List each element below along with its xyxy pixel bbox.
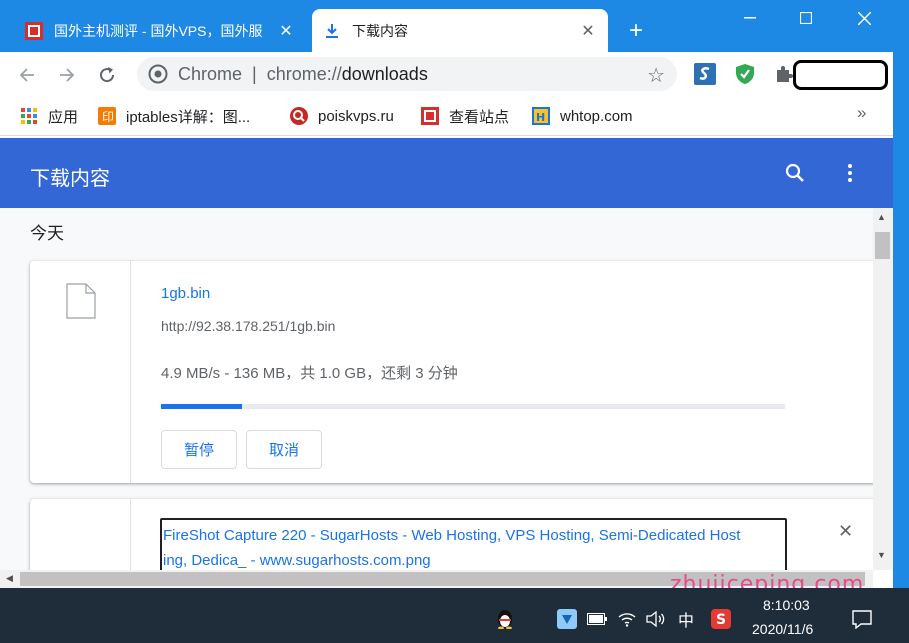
bookmark-whtop[interactable]: H whtop.com: [532, 106, 633, 126]
file-name-link[interactable]: 1gb.bin: [161, 285, 210, 302]
download-item: FireShot Capture 220 - SugarHosts - Web …: [30, 499, 873, 570]
new-tab-button[interactable]: +: [622, 17, 650, 45]
tab-strip: 国外主机测评 - 国外VPS，国外服 ✕ 下载内容 ✕ +: [0, 0, 909, 52]
search-icon[interactable]: [782, 160, 808, 186]
page-title: 下载内容: [30, 168, 110, 190]
bookmark-label: 查看站点: [449, 108, 510, 126]
window-frame: [893, 52, 909, 588]
scroll-down-arrow-icon[interactable]: ▼: [877, 550, 886, 560]
file-icon: [66, 283, 96, 319]
pause-button[interactable]: 暂停: [161, 430, 237, 469]
scroll-left-arrow-icon[interactable]: ◀: [6, 573, 13, 584]
sogou-input-icon[interactable]: S: [710, 608, 732, 630]
tab-downloads[interactable]: 下载内容 ✕: [312, 9, 608, 52]
omnibox-separator: |: [252, 63, 257, 84]
file-name-link[interactable]: FireShot Capture 220 - SugarHosts - Web …: [160, 518, 787, 570]
chrome-logo-icon: [148, 64, 168, 84]
date-group-label: 今天: [30, 224, 64, 243]
extensions-puzzle-icon[interactable]: [773, 63, 795, 85]
back-arrow-icon: [19, 68, 34, 82]
vertical-scrollbar[interactable]: ▲ ▼: [873, 208, 893, 570]
cancel-button[interactable]: 取消: [246, 430, 322, 469]
qq-penguin-icon[interactable]: [494, 608, 516, 630]
download-status: 4.9 MB/s - 136 MB，共 1.0 GB，还剩 3 分钟: [161, 365, 458, 382]
apps-grid-icon: [20, 107, 38, 125]
taskbar: 中 S 8:10:03 2020/11/6: [0, 588, 909, 643]
file-icon-column: [30, 261, 131, 483]
tab-title: 国外主机测评 - 国外VPS，国外服: [54, 22, 263, 39]
bookmarks-overflow-button[interactable]: »: [857, 103, 866, 123]
scrollbar-thumb[interactable]: [875, 232, 890, 259]
battery-icon[interactable]: [586, 608, 608, 630]
bookmark-label: whtop.com: [560, 107, 633, 125]
remove-item-icon[interactable]: ✕: [838, 521, 853, 542]
bookmark-view-site[interactable]: 查看站点: [421, 106, 509, 126]
omnibox-path: downloads: [341, 63, 428, 84]
download-icon: [322, 21, 342, 41]
volume-icon[interactable]: [645, 608, 667, 630]
file-name-line: FireShot Capture 220 - SugarHosts - Web …: [163, 527, 741, 544]
reload-icon: [100, 67, 115, 83]
close-tab-icon[interactable]: ✕: [576, 19, 600, 43]
omnibox-chip: Chrome: [178, 63, 243, 84]
bookmark-label: iptables详解：图...: [126, 108, 251, 126]
bookmark-star-icon[interactable]: ☆: [647, 63, 665, 88]
bookmark-poiskvps[interactable]: poiskvps.ru: [290, 106, 394, 126]
omnibox-scheme: chrome://: [266, 63, 342, 84]
back-button[interactable]: [12, 60, 42, 90]
clock-date[interactable]: 2020/11/6: [752, 621, 813, 637]
downloads-header: 下载内容: [0, 138, 893, 208]
file-icon-column: [30, 499, 131, 570]
ime-indicator[interactable]: 中: [675, 608, 697, 630]
download-progress-bar: [161, 404, 785, 409]
svg-text:H: H: [536, 111, 545, 124]
bookmark-apps[interactable]: 应用: [20, 106, 78, 126]
orange-bookmark-icon: 印: [98, 107, 116, 125]
bookmarks-bar: 应用 印 iptables详解：图... poiskvps.ru 查看站点 H …: [0, 97, 909, 136]
svg-text:印: 印: [102, 110, 114, 124]
address-bar[interactable]: Chrome | chrome://downloads ☆: [137, 57, 677, 91]
profile-avatar[interactable]: [793, 60, 888, 90]
svg-text:S: S: [716, 612, 726, 628]
red-bookmark-icon: [421, 107, 439, 125]
whtop-icon: H: [532, 107, 550, 125]
tab-zhujiceping[interactable]: 国外主机测评 - 国外VPS，国外服 ✕: [14, 9, 306, 52]
bookmark-iptables[interactable]: 印 iptables详解：图...: [98, 106, 250, 126]
app-tray-icon[interactable]: [556, 608, 578, 630]
notification-center-icon[interactable]: [851, 608, 873, 630]
download-item: 1gb.bin http://92.38.178.251/1gb.bin 4.9…: [30, 261, 873, 483]
minimize-button[interactable]: [722, 0, 778, 36]
close-tab-icon[interactable]: ✕: [274, 19, 298, 43]
bookmark-label: 应用: [48, 108, 79, 126]
close-window-button[interactable]: [836, 0, 892, 36]
clock-time[interactable]: 8:10:03: [763, 597, 810, 613]
downloads-list[interactable]: 今天 1gb.bin http://92.38.178.251/1gb.bin …: [0, 208, 873, 570]
more-menu-icon[interactable]: [837, 160, 863, 186]
maximize-button[interactable]: [778, 0, 834, 36]
shield-extension-icon[interactable]: [734, 63, 756, 85]
file-url[interactable]: http://92.38.178.251/1gb.bin: [161, 318, 335, 334]
scroll-up-arrow-icon[interactable]: ▲: [877, 212, 886, 222]
zhujiceping-favicon-icon: [24, 21, 44, 41]
browser-toolbar: Chrome | chrome://downloads ☆: [0, 52, 909, 97]
forward-button[interactable]: [52, 60, 82, 90]
poiskvps-icon: [290, 107, 308, 125]
tab-title: 下载内容: [352, 22, 408, 39]
reload-button[interactable]: [92, 60, 122, 90]
forward-arrow-icon: [60, 68, 75, 82]
bookmark-label: poiskvps.ru: [318, 107, 394, 125]
file-name-line: ing, Dedica_ - www.sugarhosts.com.png: [163, 552, 431, 569]
wifi-icon[interactable]: [616, 608, 638, 630]
extension-s-icon[interactable]: [694, 63, 716, 85]
progress-fill: [161, 404, 243, 409]
